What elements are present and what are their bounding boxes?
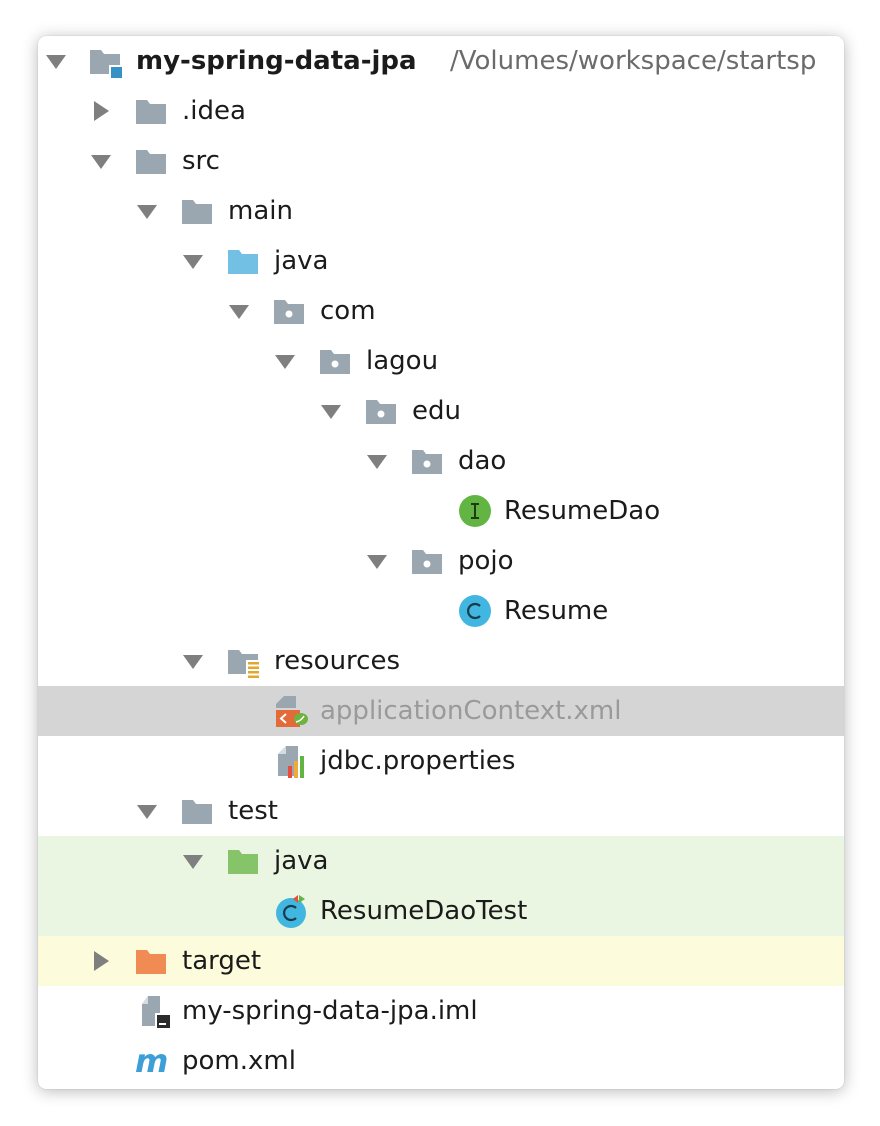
- folder-icon: [136, 100, 166, 124]
- package-icon: [366, 400, 396, 424]
- jdbc-properties-label: jdbc.properties: [320, 746, 516, 776]
- class-icon: [459, 595, 491, 627]
- main-folder-label: main: [228, 196, 293, 226]
- package-icon: [274, 300, 304, 324]
- test-folder-label: test: [228, 796, 278, 826]
- package-icon: [320, 350, 350, 374]
- iml-file-label: my-spring-data-jpa.iml: [182, 996, 478, 1026]
- tree-row-pom[interactable]: m pom.xml: [38, 1036, 844, 1086]
- project-path: /Volumes/workspace/startsp: [450, 46, 817, 76]
- resources-folder-label: resources: [274, 646, 401, 676]
- main-java-label: java: [274, 246, 329, 276]
- source-root-folder-icon: [228, 250, 258, 274]
- chevron-down-icon[interactable]: [45, 50, 67, 72]
- chevron-down-icon[interactable]: [182, 650, 204, 672]
- dao-package-label: dao: [458, 446, 507, 476]
- src-folder-label: src: [182, 146, 220, 176]
- tree-row-main-java[interactable]: java: [38, 236, 844, 286]
- folder-icon: [136, 150, 166, 174]
- tree-row-project-root[interactable]: my-spring-data-jpa /Volumes/workspace/st…: [38, 36, 844, 86]
- tree-row-com[interactable]: com: [38, 286, 844, 336]
- project-tree-panel: my-spring-data-jpa /Volumes/workspace/st…: [38, 36, 844, 1089]
- excluded-folder-icon: [136, 950, 166, 974]
- folder-icon: [182, 800, 212, 824]
- resume-dao-test-label: ResumeDaoTest: [320, 896, 528, 926]
- com-package-label: com: [320, 296, 376, 326]
- tree-row-resume-dao-test[interactable]: ResumeDaoTest: [38, 886, 844, 936]
- chevron-down-icon[interactable]: [366, 550, 388, 572]
- chevron-down-icon[interactable]: [182, 850, 204, 872]
- tree-row-edu[interactable]: edu: [38, 386, 844, 436]
- resume-dao-label: ResumeDao: [504, 496, 661, 526]
- chevron-down-icon[interactable]: [320, 400, 342, 422]
- chevron-right-icon[interactable]: [90, 100, 112, 122]
- chevron-down-icon[interactable]: [90, 150, 112, 172]
- chevron-right-icon[interactable]: [90, 950, 112, 972]
- pojo-package-label: pojo: [458, 546, 514, 576]
- project-name: my-spring-data-jpa: [136, 46, 417, 76]
- tree-row-idea[interactable]: .idea: [38, 86, 844, 136]
- tree-row-src[interactable]: src: [38, 136, 844, 186]
- tree-row-application-context[interactable]: applicationContext.xml: [38, 686, 844, 736]
- lagou-package-label: lagou: [366, 346, 439, 376]
- resume-class-label: Resume: [504, 596, 609, 626]
- application-context-label: applicationContext.xml: [320, 696, 622, 726]
- package-icon: [412, 450, 442, 474]
- chevron-down-icon[interactable]: [274, 350, 296, 372]
- tree-row-resources[interactable]: resources: [38, 636, 844, 686]
- folder-icon: [182, 200, 212, 224]
- edu-package-label: edu: [412, 396, 461, 426]
- spring-xml-file-icon: [276, 696, 308, 727]
- tree-row-test[interactable]: test: [38, 786, 844, 836]
- tree-row-iml[interactable]: my-spring-data-jpa.iml: [38, 986, 844, 1036]
- chevron-down-icon[interactable]: [136, 200, 158, 222]
- properties-file-icon: [278, 746, 304, 778]
- module-folder-icon: [90, 50, 122, 78]
- chevron-down-icon[interactable]: [228, 300, 250, 322]
- tree-row-resume[interactable]: Resume: [38, 586, 844, 636]
- idea-folder-label: .idea: [182, 96, 246, 126]
- resources-root-icon: [228, 650, 260, 678]
- tree-row-target[interactable]: target: [38, 936, 844, 986]
- target-folder-label: target: [182, 946, 262, 976]
- svg-text:m: m: [135, 1044, 168, 1078]
- iml-file-icon: [142, 996, 170, 1028]
- package-icon: [412, 550, 442, 574]
- tree-row-jdbc-properties[interactable]: jdbc.properties: [38, 736, 844, 786]
- test-java-label: java: [274, 846, 329, 876]
- test-class-icon: [276, 895, 306, 928]
- chevron-down-icon[interactable]: [182, 250, 204, 272]
- pom-file-label: pom.xml: [182, 1046, 296, 1076]
- tree-row-pojo[interactable]: pojo: [38, 536, 844, 586]
- tree-row-test-java[interactable]: java: [38, 836, 844, 886]
- test-root-folder-icon: [228, 850, 258, 874]
- interface-icon: [459, 495, 491, 527]
- chevron-down-icon[interactable]: [366, 450, 388, 472]
- tree-row-main[interactable]: main: [38, 186, 844, 236]
- maven-pom-icon: m: [135, 1044, 168, 1078]
- tree-row-resume-dao[interactable]: ResumeDao: [38, 486, 844, 536]
- chevron-down-icon[interactable]: [136, 800, 158, 822]
- tree-row-dao[interactable]: dao: [38, 436, 844, 486]
- tree-row-lagou[interactable]: lagou: [38, 336, 844, 386]
